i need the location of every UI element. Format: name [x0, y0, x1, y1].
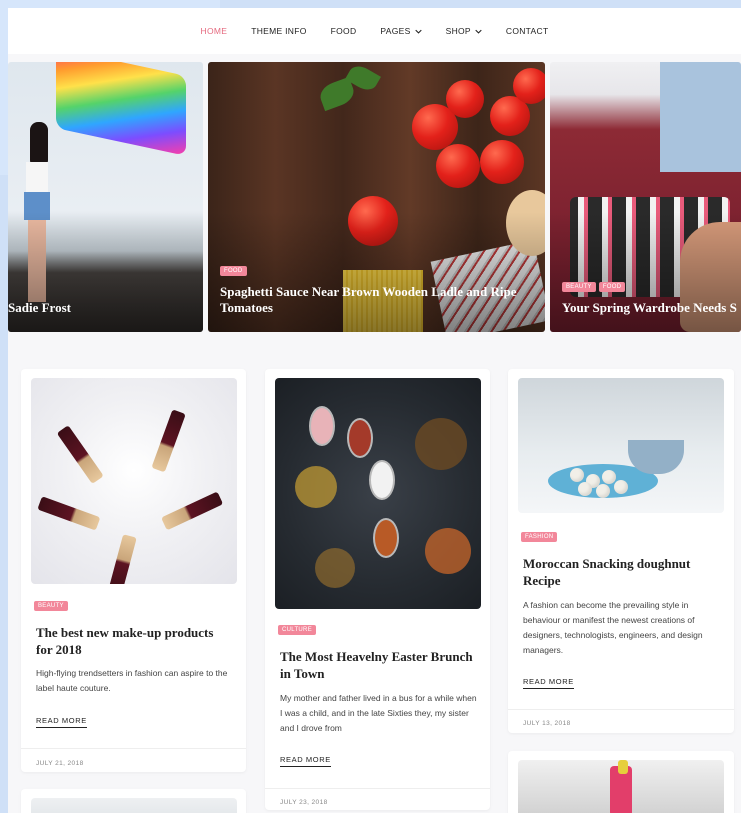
chevron-down-icon: [475, 29, 482, 34]
denim-jacket-image: [660, 62, 741, 172]
post-card: FASHION Moroccan Snacking doughnut Recip…: [508, 369, 734, 733]
nav-item-label: HOME: [200, 26, 228, 36]
post-card: CULTURE The Most Heavelny Easter Brunch …: [265, 369, 490, 810]
chevron-down-icon: [414, 29, 422, 34]
slide[interactable]: Sadie Frost: [8, 62, 203, 332]
post-excerpt: A fashion can become the prevailing styl…: [523, 600, 703, 655]
category-badge[interactable]: BEAUTY: [34, 601, 68, 611]
tomato-image: [513, 68, 545, 104]
nav-item-label: THEME INFO: [251, 26, 307, 36]
main-navigation: HOME THEME INFO FOOD PAGES SHOP CONTACT: [8, 8, 741, 54]
nav-item-label: FOOD: [330, 26, 357, 36]
post-image-spices[interactable]: [275, 378, 481, 609]
post-image[interactable]: [518, 760, 724, 813]
tomato-image: [480, 140, 524, 184]
category-badge[interactable]: CULTURE: [278, 625, 316, 635]
post-image-lipsticks[interactable]: [31, 378, 237, 584]
post-excerpt: High-flying trendsetters in fashion can …: [36, 668, 228, 693]
nav-item-label: CONTACT: [505, 26, 549, 36]
tomato-image: [446, 80, 484, 118]
read-more-link[interactable]: READ MORE: [280, 755, 331, 767]
post-excerpt: My mother and father lived in a bus for …: [280, 693, 477, 733]
post-image-doughnuts[interactable]: [518, 378, 724, 513]
post-date: JULY 21, 2018: [36, 760, 84, 767]
category-badge[interactable]: FASHION: [521, 532, 558, 542]
read-more-link[interactable]: READ MORE: [36, 716, 87, 728]
post-image[interactable]: [31, 798, 237, 813]
slide[interactable]: FOOD Spaghetti Sauce Near Brown Wooden L…: [208, 62, 545, 332]
featured-slider: Sadie Frost FOOD Spaghetti Sauce Near Br…: [8, 62, 741, 332]
slide-caption: FOOD Spaghetti Sauce Near Brown Wooden L…: [220, 259, 537, 316]
post-date: JULY 13, 2018: [523, 720, 571, 727]
tomato-image: [436, 144, 480, 188]
slide-title[interactable]: Sadie Frost: [8, 300, 195, 316]
nav-item-label: SHOP: [445, 26, 471, 36]
post-card: [21, 789, 246, 813]
nav-item-shop[interactable]: SHOP: [446, 26, 482, 36]
rainbow-flag-image: [56, 62, 186, 156]
slide[interactable]: BEAUTY FOOD Your Spring Wardrobe Needs S: [550, 62, 741, 332]
nav-item-pages[interactable]: PAGES: [380, 26, 422, 36]
category-badge[interactable]: FOOD: [220, 266, 247, 276]
slide-caption: BEAUTY FOOD Your Spring Wardrobe Needs S: [562, 275, 737, 316]
post-date: JULY 23, 2018: [280, 799, 328, 806]
slide-caption: Sadie Frost: [8, 293, 195, 316]
post-card: BEAUTY The best new make-up products for…: [21, 369, 246, 772]
nav-item-label: PAGES: [380, 26, 411, 36]
post-title[interactable]: The Most Heavelny Easter Brunch in Town: [280, 648, 480, 682]
slide-title[interactable]: Spaghetti Sauce Near Brown Wooden Ladle …: [220, 284, 537, 316]
post-card: [508, 751, 734, 813]
read-more-link[interactable]: READ MORE: [523, 677, 574, 689]
category-badge[interactable]: BEAUTY: [562, 282, 596, 292]
nav-item-theme-info[interactable]: THEME INFO: [251, 26, 306, 36]
nav-item-contact[interactable]: CONTACT: [506, 26, 549, 36]
category-badge[interactable]: FOOD: [598, 282, 626, 292]
post-title[interactable]: The best new make-up products for 2018: [36, 624, 226, 658]
nav-item-home[interactable]: HOME: [201, 26, 228, 36]
nav-item-food[interactable]: FOOD: [331, 26, 357, 36]
slide-title[interactable]: Your Spring Wardrobe Needs S: [562, 300, 737, 316]
page: HOME THEME INFO FOOD PAGES SHOP CONTACT …: [8, 8, 741, 813]
post-title[interactable]: Moroccan Snacking doughnut Recipe: [523, 555, 713, 589]
